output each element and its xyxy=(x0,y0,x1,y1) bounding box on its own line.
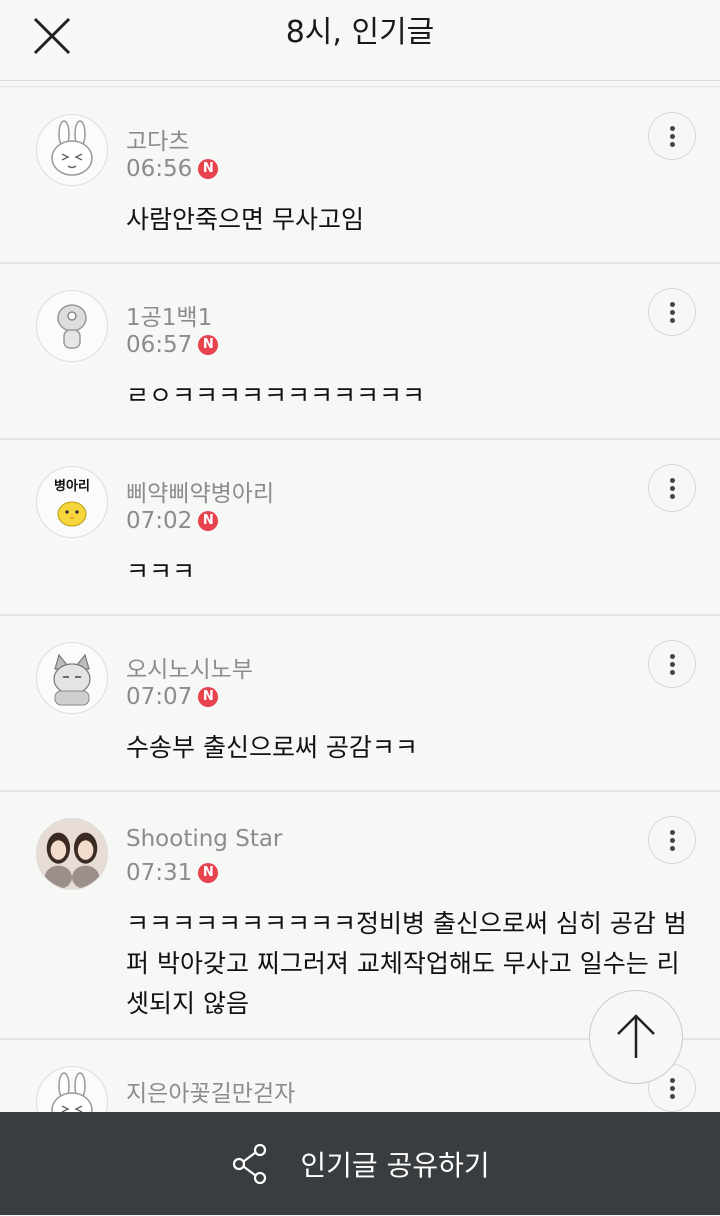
comment-text: ㄹㅇㅋㅋㅋㅋㅋㅋㅋㅋㅋㅋㅋ xyxy=(126,381,426,410)
share-label: 인기글 공유하기 xyxy=(300,1148,490,1182)
comment-item: 1공1백1 06:57 N ㄹㅇㅋㅋㅋㅋㅋㅋㅋㅋㅋㅋㅋ xyxy=(0,264,720,440)
more-icon-dot xyxy=(669,1077,675,1083)
photo-image xyxy=(37,819,107,889)
header: 8시, 인기글 xyxy=(0,0,720,81)
comment-author[interactable]: 1공1백1 xyxy=(126,298,212,332)
new-badge: N xyxy=(198,511,219,531)
more-options-button[interactable] xyxy=(648,816,696,864)
more-options-button[interactable] xyxy=(648,464,696,512)
more-icon-dot xyxy=(669,1085,675,1091)
more-options-button[interactable] xyxy=(648,112,696,160)
more-icon-dot xyxy=(669,141,675,147)
new-badge: N xyxy=(198,159,219,179)
more-icon-dot xyxy=(669,301,675,307)
comment-time: 06:56 N xyxy=(126,156,219,182)
page-title: 8시, 인기글 xyxy=(285,15,435,50)
cat-icon xyxy=(53,653,91,706)
chick-avatar[interactable]: 병아리 xyxy=(36,466,108,538)
more-icon-dot xyxy=(669,653,675,659)
comment-text: 수송부 출신으로써 공감ㅋㅋ xyxy=(126,733,418,762)
character-icon xyxy=(57,304,87,349)
share-icon xyxy=(233,1143,267,1184)
more-icon-dot xyxy=(669,317,675,323)
comment-text: 사람안죽으면 무사고임 xyxy=(126,205,364,234)
comment-time: 07:07 N xyxy=(126,684,219,710)
more-options-button[interactable] xyxy=(648,288,696,336)
comment-author[interactable]: Shooting Star xyxy=(126,826,282,852)
comment-author[interactable]: 삐약삐약병아리 xyxy=(126,474,274,508)
more-icon-dot xyxy=(669,845,675,851)
more-icon-dot xyxy=(669,309,675,315)
time-text: 06:57 xyxy=(126,332,193,358)
more-icon-dot xyxy=(669,829,675,835)
comment-author[interactable]: 고다츠 xyxy=(126,122,189,156)
new-badge: N xyxy=(198,687,219,707)
avatar-text: 병아리 xyxy=(54,479,90,494)
divider xyxy=(0,86,720,87)
more-icon-dot xyxy=(669,485,675,491)
more-icon-dot xyxy=(669,493,675,499)
rabbit-icon xyxy=(51,120,93,176)
comment-time: 07:02 N xyxy=(126,508,219,534)
comment-time: 07:31 N xyxy=(126,860,219,886)
rabbit-avatar[interactable] xyxy=(36,114,108,186)
comment-item: 오시노시노부 07:07 N 수송부 출신으로써 공감ㅋㅋ xyxy=(0,616,720,792)
cat-avatar[interactable] xyxy=(36,642,108,714)
more-icon-dot xyxy=(669,837,675,843)
comment-item: 고다츠 06:56 N 사람안죽으면 무사고임 xyxy=(0,88,720,264)
more-icon-dot xyxy=(669,477,675,483)
time-text: 07:07 xyxy=(126,684,193,710)
new-badge: N xyxy=(198,335,219,355)
photo-avatar[interactable] xyxy=(36,818,108,890)
comment-item: 병아리 삐약삐약병아리 07:02 N ㅋㅋㅋ xyxy=(0,440,720,616)
more-icon-dot xyxy=(669,125,675,131)
scroll-to-top-button[interactable] xyxy=(589,990,683,1084)
comment-time: 06:57 N xyxy=(126,332,219,358)
more-icon-dot xyxy=(669,661,675,667)
comment-author[interactable]: 오시노시노부 xyxy=(126,650,253,684)
character-avatar[interactable] xyxy=(36,290,108,362)
arrow-up-icon xyxy=(617,1014,655,1058)
more-options-button[interactable] xyxy=(648,640,696,688)
comment-text: ㅋㅋㅋ xyxy=(126,557,196,586)
new-badge: N xyxy=(198,863,219,883)
time-text: 07:31 xyxy=(126,860,193,886)
comment-author[interactable]: 지은아꽃길만걷자 xyxy=(126,1074,295,1108)
share-bar[interactable]: 인기글 공유하기 xyxy=(0,1112,720,1215)
time-text: 06:56 xyxy=(126,156,193,182)
more-icon-dot xyxy=(669,1093,675,1099)
more-icon-dot xyxy=(669,669,675,675)
more-icon-dot xyxy=(669,133,675,139)
time-text: 07:02 xyxy=(126,508,193,534)
